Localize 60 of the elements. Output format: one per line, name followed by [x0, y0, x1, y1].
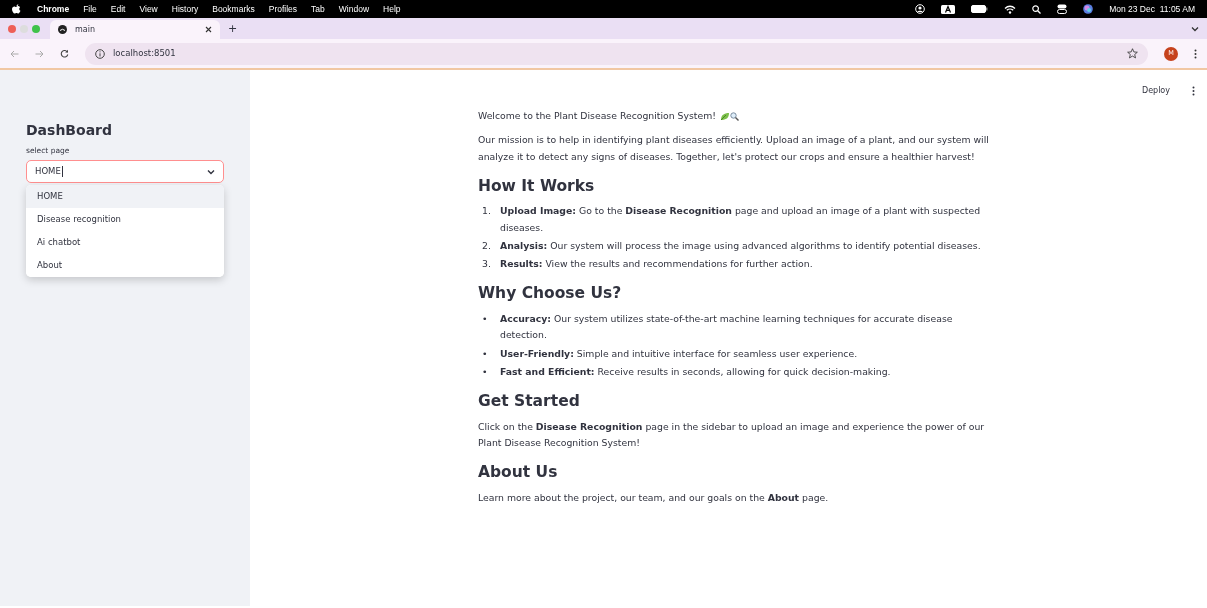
list-item: Fast and Efficient: Receive results in seconds, allowing for quick decision-making. [500, 364, 891, 379]
more-icon[interactable] [1194, 48, 1197, 59]
menu-bar-item[interactable]: History [171, 2, 199, 16]
star-icon[interactable] [1127, 48, 1138, 59]
battery-icon[interactable] [971, 5, 989, 13]
section-heading: How It Works [478, 176, 596, 196]
chevron-down-icon[interactable] [1191, 25, 1199, 32]
menu-bar-item[interactable]: Profiles [268, 2, 298, 16]
wifi-icon[interactable] [1004, 4, 1017, 14]
keyboard-input-icon[interactable] [941, 4, 956, 14]
list-item: User-Friendly: Simple and intuitive interface for seamless user experience. [500, 346, 858, 361]
dropdown-option[interactable]: About [26, 254, 224, 278]
list-marker: 3. [481, 257, 492, 272]
list-marker: • [481, 312, 489, 327]
list-item: Accuracy: Our system utilizes state-of-the-art machine learning techniques for accurate disease detection. [500, 312, 954, 343]
page-select[interactable]: HOME [26, 160, 224, 184]
deploy-button[interactable]: Deploy [1136, 84, 1176, 98]
menu-bar-item[interactable]: View [139, 2, 158, 16]
dropdown-option[interactable]: Ai chatbot [26, 231, 224, 255]
apple-icon[interactable] [12, 4, 21, 14]
list-item: Results: View the results and recommendations for further action. [500, 257, 813, 272]
user-icon[interactable] [915, 4, 926, 14]
section-heading: Get Started [478, 392, 581, 411]
more-icon[interactable] [1192, 86, 1195, 96]
menu-bar-clock[interactable]: Mon 23 Dec 11:05 AM [1109, 2, 1195, 16]
list-marker: 1. [481, 204, 492, 219]
dropdown-option[interactable]: Disease recognition [26, 208, 224, 232]
list-marker: • [481, 364, 489, 379]
reload-icon[interactable] [60, 49, 69, 58]
site-icon [58, 25, 67, 34]
paragraph: Our mission is to help in identifying plant diseases efficiently. Upload an image of a plant, and our system will analyze it to detect any signs of diseases. Together, let's protect our crops and ensure a healthier harvest! [478, 133, 990, 164]
list-item: Upload Image: Go to the Disease Recognition page and upload an image of a plant with suspected diseases. [500, 204, 982, 235]
welcome-text: Welcome to the Plant Disease Recognition System! [478, 109, 716, 123]
info-icon[interactable] [95, 48, 105, 59]
new-tab-button[interactable]: + [228, 23, 238, 34]
chevron-down-icon[interactable] [207, 168, 215, 175]
browser-tab[interactable]: main [50, 20, 220, 39]
dropdown-option[interactable]: HOME [26, 185, 224, 209]
close-icon[interactable] [205, 26, 212, 33]
sidebar-title: DashBoard [26, 122, 114, 139]
menu-bar-item[interactable]: Help [383, 2, 401, 16]
magnifier-icon [730, 111, 739, 121]
section-heading: About Us [478, 463, 559, 482]
paragraph: Learn more about the project, our team, and our goals on the About page. [478, 490, 830, 505]
close-window-button[interactable] [8, 24, 16, 33]
menu-bar-item[interactable]: Tab [311, 2, 325, 16]
siri-icon[interactable] [1083, 4, 1094, 14]
menu-bar-item[interactable]: Window [338, 2, 370, 16]
address-bar[interactable]: localhost:8501 [113, 47, 176, 60]
control-center-icon[interactable] [1057, 4, 1068, 14]
search-icon[interactable] [1032, 4, 1042, 14]
menu-bar-item[interactable]: File [83, 2, 97, 16]
app-menu[interactable]: Chrome [37, 2, 70, 16]
list-marker: 2. [481, 238, 492, 253]
menu-bar-item[interactable]: Edit [110, 2, 126, 16]
list-item: Analysis: Our system will process the image using advanced algorithms to identify potential diseases. [500, 238, 981, 253]
list-marker: • [481, 346, 489, 361]
menu-bar-item[interactable]: Bookmarks [212, 2, 255, 16]
section-heading: Why Choose Us? [478, 284, 623, 304]
paragraph: Click on the Disease Recognition page in the sidebar to upload an image and experience the power of our Plant Disease Recognition System! [478, 419, 986, 450]
